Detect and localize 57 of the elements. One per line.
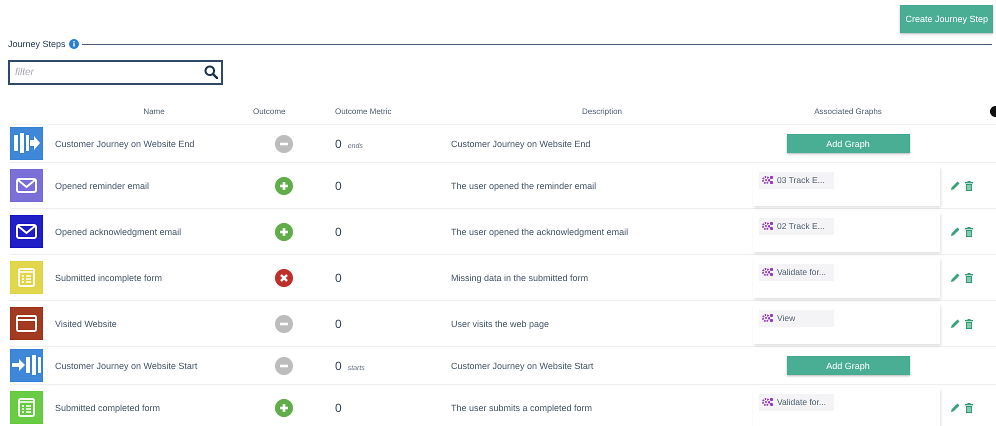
minus-circle-icon: [275, 356, 293, 374]
info-icon[interactable]: [68, 39, 79, 49]
column-header: Description: [582, 106, 622, 116]
step-name: Customer Journey on Website Start: [55, 360, 198, 370]
minus-circle-icon: [275, 314, 293, 332]
edit-icon[interactable]: [951, 227, 960, 236]
gears-icon: [762, 313, 774, 323]
step-description: Missing data in the submitted form: [451, 272, 588, 282]
graph-chip[interactable]: 03 Track E...: [759, 172, 834, 188]
minus-circle-icon: [275, 134, 293, 152]
column-header: Outcome: [253, 106, 286, 116]
plus-circle-icon: [275, 176, 293, 194]
step-name: Opened acknowledgment email: [55, 226, 182, 236]
step-description: The user opened the reminder email: [451, 180, 596, 190]
graph-chip[interactable]: 02 Track E...: [759, 218, 834, 234]
plus-circle-icon: [275, 398, 293, 416]
edit-icon[interactable]: [951, 319, 960, 328]
metric-value: 0: [335, 136, 342, 150]
step-description: Customer Journey on Website End: [451, 138, 590, 148]
trash-icon[interactable]: [965, 318, 973, 328]
step-name: Submitted completed form: [55, 402, 160, 412]
column-header: Outcome Metric: [335, 106, 392, 116]
metric-value: 0: [335, 316, 342, 330]
metric-value: 0: [335, 270, 342, 284]
step-description: The user opened the acknowledgment email: [451, 226, 628, 236]
gears-icon: [762, 175, 774, 185]
gears-icon: [762, 221, 774, 231]
section-title: Journey Steps: [8, 39, 66, 49]
edit-icon[interactable]: [951, 181, 960, 190]
metric-value: 0: [335, 400, 342, 414]
gears-icon: [762, 397, 774, 407]
gears-icon: [762, 267, 774, 277]
step-description: User visits the web page: [451, 318, 550, 328]
step-description: Customer Journey on Website Start: [451, 360, 594, 370]
step-name: Submitted incomplete form: [55, 272, 162, 282]
metric-value: 0: [335, 224, 342, 238]
trash-icon[interactable]: [965, 272, 973, 282]
graph-chip[interactable]: Validate for...: [759, 264, 834, 280]
metric-value: 0: [335, 358, 342, 372]
step-name: Opened reminder email: [55, 180, 150, 190]
column-header: Name: [143, 106, 165, 116]
search-icon[interactable]: [204, 65, 218, 79]
step-name: Visited Website: [55, 318, 117, 328]
metric-value: 0: [335, 178, 342, 192]
step-description: The user submits a completed form: [451, 402, 592, 412]
graph-chip[interactable]: Validate for...: [759, 394, 834, 410]
filter-field[interactable]: filter: [8, 60, 223, 85]
step-name: Customer Journey on Website End: [55, 138, 194, 148]
column-header: Associated Graphs: [814, 106, 882, 116]
graph-chip[interactable]: View: [759, 310, 834, 326]
edit-icon[interactable]: [951, 403, 960, 412]
trash-icon[interactable]: [965, 402, 973, 412]
trash-icon[interactable]: [965, 180, 973, 190]
plus-circle-icon: [275, 222, 293, 240]
x-circle-icon: [275, 268, 293, 286]
trash-icon[interactable]: [965, 226, 973, 236]
edit-icon[interactable]: [951, 273, 960, 282]
